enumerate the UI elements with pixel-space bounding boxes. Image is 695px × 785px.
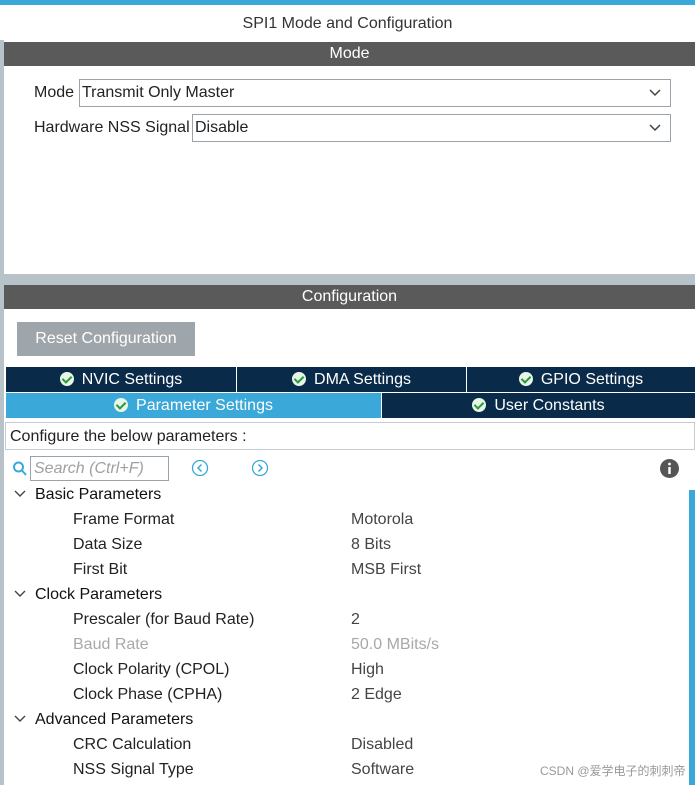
chevron-down-icon xyxy=(649,89,661,97)
expand-all-icon[interactable] xyxy=(191,459,209,477)
search-input[interactable]: Search (Ctrl+F) xyxy=(30,456,169,481)
chevron-down-icon[interactable] xyxy=(14,582,26,607)
param-baud-rate: Baud Rate xyxy=(73,636,149,653)
reset-configuration-button[interactable]: Reset Configuration xyxy=(17,322,195,356)
panel-title: SPI1 Mode and Configuration xyxy=(242,15,453,32)
window-top-accent xyxy=(0,0,695,5)
param-frame-format[interactable]: Frame Format xyxy=(73,507,174,532)
check-circle-icon xyxy=(292,372,307,386)
value-clock-polarity[interactable]: High xyxy=(351,657,384,682)
mode-header: Mode xyxy=(4,42,695,66)
tab-label: DMA Settings xyxy=(314,371,411,388)
check-circle-icon xyxy=(114,398,129,412)
value-prescaler[interactable]: 2 xyxy=(351,607,360,632)
nss-select-value: Disable xyxy=(195,119,249,136)
chevron-down-icon xyxy=(649,124,661,132)
param-prescaler[interactable]: Prescaler (for Baud Rate) xyxy=(73,607,254,632)
value-clock-phase[interactable]: 2 Edge xyxy=(351,682,402,707)
tab-user-constants[interactable]: User Constants xyxy=(382,393,695,418)
value-nss-signal-type[interactable]: Software xyxy=(351,757,414,782)
mode-label: Mode xyxy=(34,84,75,101)
watermark: CSDN @爱学电子的刺刺帝 xyxy=(540,764,686,778)
group-clock-parameters[interactable]: Clock Parameters xyxy=(35,582,162,607)
value-data-size[interactable]: 8 Bits xyxy=(351,532,391,557)
parameter-tree: Basic Parameters Frame Format Motorola D… xyxy=(0,482,688,785)
value-first-bit[interactable]: MSB First xyxy=(351,557,421,582)
param-first-bit[interactable]: First Bit xyxy=(73,557,127,582)
group-basic-parameters[interactable]: Basic Parameters xyxy=(35,482,161,507)
value-baud-rate: 50.0 MBits/s xyxy=(351,636,440,653)
configuration-header: Configuration xyxy=(4,285,695,309)
check-circle-icon xyxy=(518,372,533,386)
param-crc-calculation[interactable]: CRC Calculation xyxy=(73,732,191,757)
mode-select-value: Transmit Only Master xyxy=(82,84,235,101)
info-icon[interactable] xyxy=(659,458,680,479)
mode-section: Mode Transmit Only Master Hardware NSS S… xyxy=(4,66,695,274)
chevron-down-icon[interactable] xyxy=(14,482,26,507)
tab-label: User Constants xyxy=(494,397,605,414)
tab-label: Parameter Settings xyxy=(136,397,273,414)
nss-label: Hardware NSS Signal xyxy=(34,119,190,136)
tab-row-1: NVIC Settings DMA Settings GPIO Settings xyxy=(6,367,695,392)
group-advanced-parameters[interactable]: Advanced Parameters xyxy=(35,707,193,732)
configure-instructions: Configure the below parameters : xyxy=(5,422,695,450)
vertical-scrollbar[interactable] xyxy=(689,490,695,785)
value-frame-format[interactable]: Motorola xyxy=(351,507,413,532)
check-circle-icon xyxy=(472,398,487,412)
tab-parameter-settings[interactable]: Parameter Settings xyxy=(6,393,382,418)
chevron-down-icon[interactable] xyxy=(14,707,26,732)
param-nss-signal-type[interactable]: NSS Signal Type xyxy=(73,757,194,782)
nss-select[interactable]: Disable xyxy=(192,114,671,142)
search-icon xyxy=(13,461,27,476)
check-circle-icon xyxy=(59,372,74,386)
tab-nvic-settings[interactable]: NVIC Settings xyxy=(6,367,237,392)
mode-select[interactable]: Transmit Only Master xyxy=(79,79,671,107)
param-clock-polarity[interactable]: Clock Polarity (CPOL) xyxy=(73,657,229,682)
param-data-size[interactable]: Data Size xyxy=(73,532,142,557)
tab-row-2: Parameter Settings User Constants xyxy=(6,392,695,418)
tab-label: NVIC Settings xyxy=(81,371,183,388)
value-crc-calculation[interactable]: Disabled xyxy=(351,732,413,757)
tab-gpio-settings[interactable]: GPIO Settings xyxy=(467,367,695,392)
param-clock-phase[interactable]: Clock Phase (CPHA) xyxy=(73,682,222,707)
tab-label: GPIO Settings xyxy=(540,371,644,388)
section-separator xyxy=(0,274,695,285)
collapse-all-icon[interactable] xyxy=(251,459,269,477)
tab-dma-settings[interactable]: DMA Settings xyxy=(237,367,467,392)
